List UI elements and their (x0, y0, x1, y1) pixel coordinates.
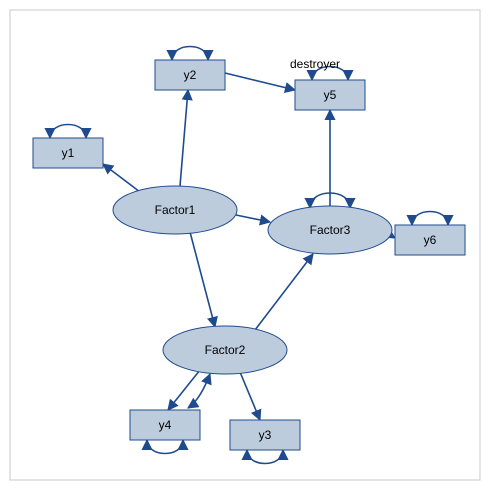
edge-factor2-y4 (168, 370, 200, 410)
edge-factor1-y1 (103, 164, 140, 192)
observed-nodes: y1 y2 y5 y6 y4 y3 (33, 60, 465, 450)
edge-y2-y5 (225, 73, 295, 90)
node-y5: y5 (295, 80, 365, 110)
node-y4: y4 (130, 410, 200, 440)
node-label: y6 (424, 233, 437, 247)
edge-factor2-y3 (240, 372, 260, 420)
node-y2: y2 (155, 60, 225, 90)
node-label: y4 (159, 418, 172, 432)
node-factor3: Factor3 (268, 206, 392, 254)
self-y2 (172, 47, 208, 61)
edge-factor1-factor2 (190, 232, 215, 327)
node-factor2: Factor2 (163, 326, 287, 374)
node-label: Factor3 (310, 223, 351, 237)
annotation-text: destroyer (290, 57, 340, 71)
node-label: Factor1 (155, 203, 196, 217)
self-y4 (147, 440, 183, 454)
node-label: y5 (324, 88, 337, 102)
node-label: y1 (62, 146, 75, 160)
edge-factor1-y2 (180, 90, 188, 186)
self-y1 (50, 125, 86, 139)
edges-bidirectional (188, 374, 210, 408)
node-y6: y6 (395, 225, 465, 255)
latent-nodes: Factor1 Factor2 Factor3 (113, 186, 392, 374)
edges-self (50, 47, 448, 464)
edge-factor2-factor3 (255, 254, 313, 330)
self-y3 (247, 450, 283, 464)
node-label: y3 (259, 428, 272, 442)
edge-factor1-factor3 (236, 215, 270, 222)
node-y3: y3 (230, 420, 300, 450)
node-label: y2 (184, 68, 197, 82)
self-y6 (412, 212, 448, 226)
node-y1: y1 (33, 138, 103, 168)
node-label: Factor2 (205, 343, 246, 357)
edge-cov-factor2-y4 (188, 374, 210, 408)
node-factor1: Factor1 (113, 186, 237, 234)
sem-path-diagram: y1 y2 y5 y6 y4 y3 Factor1 Fac (0, 0, 500, 500)
